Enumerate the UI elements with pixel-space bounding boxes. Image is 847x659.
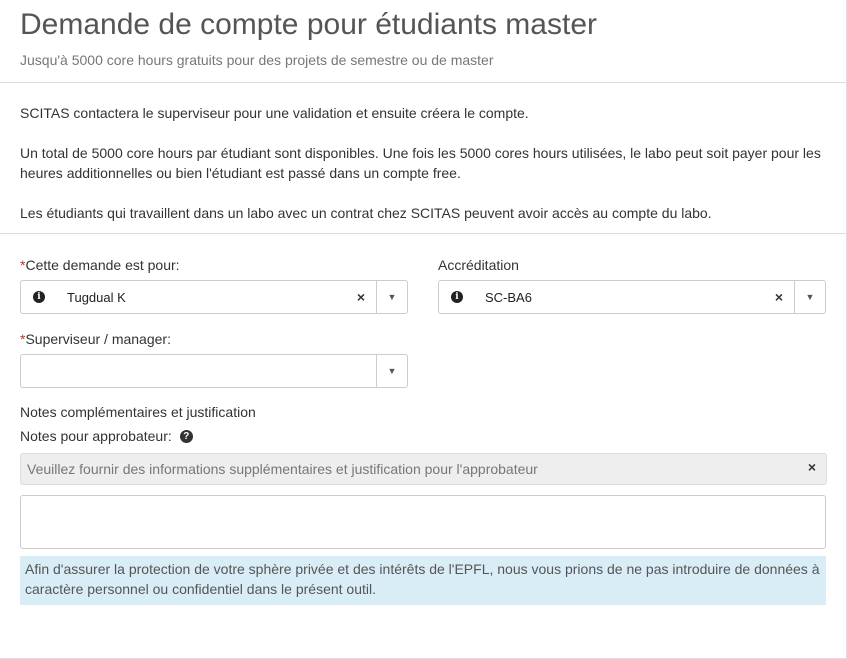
privacy-notice: Afin d'assurer la protection de votre sp… bbox=[20, 556, 826, 605]
notes-hint-text: Veuillez fournir des informations supplé… bbox=[27, 461, 538, 477]
page-subtitle: Jusqu'à 5000 core hours gratuits pour de… bbox=[20, 52, 494, 68]
accreditation-field: Accréditation i SC-BA6 × ▼ bbox=[438, 255, 826, 314]
request-form: *Cette demande est pour: i Tugdual K × ▼… bbox=[0, 255, 847, 605]
notes-hint: Veuillez fournir des informations supplé… bbox=[20, 453, 827, 485]
info-paragraph-3: Les étudiants qui travaillent dans un la… bbox=[20, 205, 712, 221]
notes-section-title: Notes complémentaires et justification bbox=[20, 404, 256, 420]
chevron-down-icon[interactable]: ▼ bbox=[376, 281, 407, 313]
page-header: Demande de compte pour étudiants master … bbox=[0, 0, 847, 83]
clear-icon[interactable]: × bbox=[764, 289, 794, 305]
accreditation-label: Accréditation bbox=[438, 257, 519, 273]
accreditation-select[interactable]: i SC-BA6 × ▼ bbox=[438, 280, 826, 314]
supervisor-label: Superviseur / manager: bbox=[25, 331, 171, 347]
notes-textarea[interactable] bbox=[20, 495, 826, 549]
supervisor-field: *Superviseur / manager: ▼ bbox=[20, 329, 408, 388]
requested-for-value: Tugdual K bbox=[67, 289, 126, 305]
info-icon[interactable]: i bbox=[451, 291, 463, 303]
requested-for-select[interactable]: i Tugdual K × ▼ bbox=[20, 280, 408, 314]
info-paragraph-2: Un total de 5000 core hours par étudiant… bbox=[20, 145, 821, 181]
notes-label: Notes pour approbateur: bbox=[20, 428, 172, 444]
help-icon[interactable]: ? bbox=[179, 429, 193, 443]
page-title: Demande de compte pour étudiants master bbox=[20, 8, 597, 41]
requested-for-field: *Cette demande est pour: i Tugdual K × ▼ bbox=[20, 255, 408, 314]
close-icon[interactable]: × bbox=[808, 459, 816, 475]
info-icon[interactable]: i bbox=[33, 291, 45, 303]
requested-for-label: Cette demande est pour: bbox=[25, 257, 180, 273]
accreditation-value: SC-BA6 bbox=[485, 289, 532, 305]
chevron-down-icon[interactable]: ▼ bbox=[376, 355, 407, 387]
info-paragraph-1: SCITAS contactera le superviseur pour un… bbox=[20, 105, 529, 121]
info-section: SCITAS contactera le superviseur pour un… bbox=[0, 83, 847, 234]
clear-icon[interactable]: × bbox=[346, 289, 376, 305]
supervisor-select[interactable]: ▼ bbox=[20, 354, 408, 388]
chevron-down-icon[interactable]: ▼ bbox=[794, 281, 825, 313]
